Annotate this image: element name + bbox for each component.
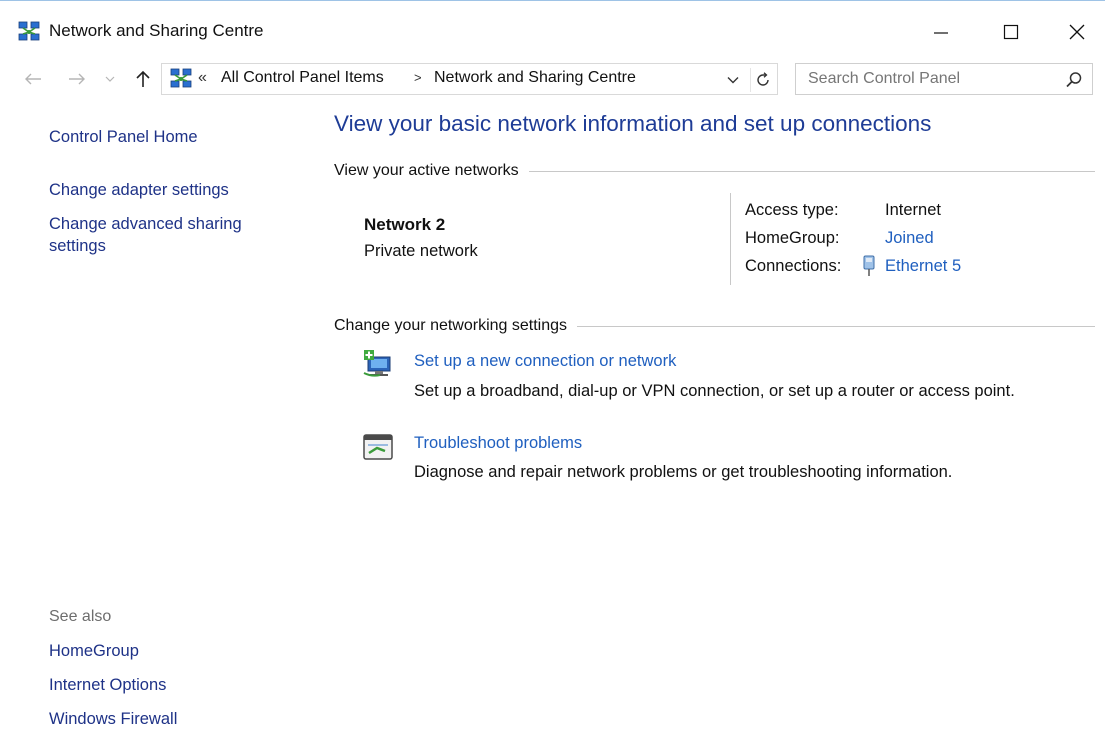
connections-label: Connections: — [745, 257, 842, 275]
forward-button[interactable] — [66, 66, 88, 92]
page-title: View your basic network information and … — [334, 111, 932, 136]
ethernet-connection-link[interactable]: Ethernet 5 — [885, 257, 961, 276]
search-box[interactable]: Search Control Panel — [795, 63, 1093, 95]
homegroup-link[interactable]: HomeGroup — [49, 642, 139, 661]
address-bar[interactable]: « All Control Panel Items > Network and … — [161, 63, 778, 95]
see-also-heading: See also — [49, 608, 112, 625]
networking-settings-heading: Change your networking settings — [334, 317, 578, 335]
maximize-icon — [1003, 24, 1019, 40]
new-connection-icon[interactable] — [362, 349, 396, 379]
active-networks-heading: View your active networks — [334, 162, 529, 180]
control-panel-home-link[interactable]: Control Panel Home — [49, 128, 198, 147]
breadcrumb-network-and-sharing-centre[interactable]: Network and Sharing Centre — [434, 69, 636, 87]
internet-options-link[interactable]: Internet Options — [49, 676, 166, 695]
troubleshoot-problems-link[interactable]: Troubleshoot problems — [414, 434, 582, 453]
change-advanced-sharing-settings-link[interactable]: Change advanced sharing — [49, 215, 242, 234]
troubleshoot-problems-description: Diagnose and repair network problems or … — [414, 463, 953, 481]
network-name: Network 2 — [364, 215, 446, 234]
homegroup-label: HomeGroup: — [745, 229, 840, 247]
access-type-value: Internet — [885, 201, 941, 219]
window-title: Network and Sharing Centre — [49, 21, 264, 40]
close-button[interactable] — [1054, 13, 1100, 51]
change-adapter-settings-link[interactable]: Change adapter settings — [49, 181, 229, 200]
network-centre-icon — [18, 21, 40, 43]
breadcrumb-separator[interactable]: > — [414, 70, 422, 85]
breadcrumb-overflow[interactable]: « — [198, 69, 207, 87]
chevron-down-icon — [105, 76, 115, 82]
back-button[interactable] — [22, 66, 44, 92]
close-icon — [1069, 24, 1085, 40]
network-details-divider — [730, 193, 731, 285]
setup-new-connection-link[interactable]: Set up a new connection or network — [414, 352, 676, 371]
up-button[interactable] — [132, 66, 154, 92]
title-bar: Network and Sharing Centre — [0, 1, 1105, 59]
search-icon[interactable] — [1064, 70, 1084, 90]
breadcrumb-all-control-panel-items[interactable]: All Control Panel Items — [221, 69, 384, 87]
forward-arrow-icon — [69, 73, 85, 85]
up-arrow-icon — [136, 70, 150, 87]
network-type[interactable]: Private network — [364, 242, 478, 261]
setup-new-connection-description: Set up a broadband, dial-up or VPN conne… — [414, 382, 1015, 400]
homegroup-joined-link[interactable]: Joined — [885, 229, 934, 248]
ethernet-icon[interactable] — [861, 255, 877, 277]
recent-locations-button[interactable] — [103, 66, 117, 92]
network-centre-icon — [170, 68, 192, 90]
troubleshoot-icon[interactable] — [362, 432, 396, 462]
minimize-icon — [934, 32, 948, 34]
address-dropdown-button[interactable] — [722, 70, 744, 90]
access-type-label: Access type: — [745, 201, 839, 219]
chevron-down-icon — [727, 77, 739, 84]
back-arrow-icon — [25, 73, 41, 85]
search-placeholder[interactable]: Search Control Panel — [808, 70, 960, 88]
windows-firewall-link[interactable]: Windows Firewall — [49, 710, 177, 729]
maximize-button[interactable] — [988, 13, 1034, 51]
minimize-button[interactable] — [918, 13, 964, 51]
refresh-icon — [757, 72, 769, 86]
refresh-button[interactable] — [750, 68, 775, 92]
change-advanced-sharing-settings-link-line2[interactable]: settings — [49, 237, 106, 256]
